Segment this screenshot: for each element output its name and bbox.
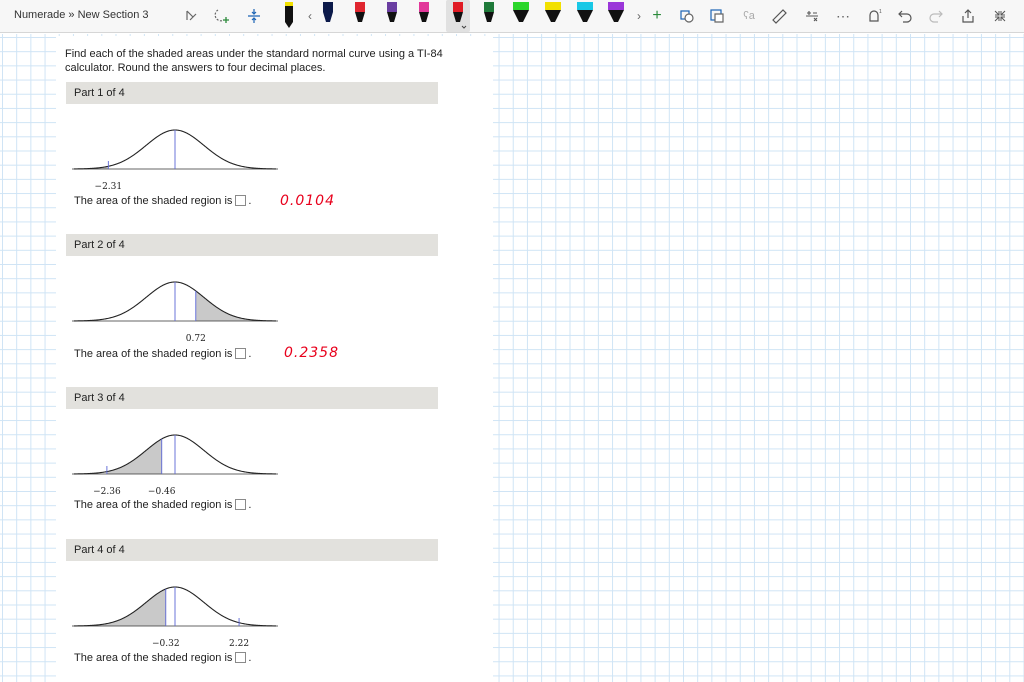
part-1-header: Part 1 of 4 <box>66 82 438 104</box>
ink-to-shape-icon[interactable] <box>675 4 699 28</box>
z-tick-label: 2.22 <box>229 639 249 649</box>
ribbon-toolbar: Numerade » New Section 3 ‹ › + ʕa ⋯ 1 <box>0 0 1024 33</box>
pen-navy-icon[interactable] <box>318 0 338 32</box>
ruler-icon[interactable] <box>767 4 791 28</box>
z-tick-label: 0.72 <box>186 334 206 344</box>
normal-curve-part-4: −0.32 2.22 <box>72 586 278 649</box>
part-1-answer-text: The area of the shaded region is <box>74 195 233 207</box>
normal-curve-part-2: 0.72 <box>72 281 278 344</box>
part-1-answer-box[interactable] <box>235 195 247 206</box>
part-2-header: Part 2 of 4 <box>66 234 438 256</box>
part-4-answer-text: The area of the shaded region is <box>74 652 233 664</box>
ink-to-math-icon[interactable]: ʕa <box>737 4 761 28</box>
pen-yellow-icon[interactable] <box>542 0 562 32</box>
part-1-handwritten-answer: 0.0104 <box>280 193 335 209</box>
part-4-answer-line: The area of the shaded region is. <box>74 652 252 664</box>
svg-text:1: 1 <box>879 9 882 15</box>
part-3-answer-line: The area of the shaded region is. <box>74 499 252 511</box>
math-icon[interactable] <box>800 4 824 28</box>
part-2-handwritten-answer: 0.2358 <box>284 345 339 361</box>
pen-green-icon[interactable] <box>479 0 499 32</box>
normal-curve-part-3: −2.36 −0.46 <box>72 434 278 497</box>
part-4-answer-box[interactable] <box>235 652 247 663</box>
more-icon[interactable]: ⋯ <box>831 4 855 28</box>
part-3-answer-box[interactable] <box>235 499 247 510</box>
part-2-answer-box[interactable] <box>235 348 247 359</box>
add-pen-icon[interactable]: + <box>645 4 669 28</box>
part-3-answer-text: The area of the shaded region is <box>74 499 233 511</box>
part-4-header: Part 4 of 4 <box>66 539 438 561</box>
replay-icon[interactable]: 1 <box>862 4 886 28</box>
part-3-header: Part 3 of 4 <box>66 387 438 409</box>
z-tick-label: −2.31 <box>95 182 123 192</box>
part-2-answer-line: The area of the shaded region is. <box>74 348 252 360</box>
pen-pink-icon[interactable] <box>414 0 434 32</box>
share-icon[interactable] <box>956 4 980 28</box>
z-tick-label: −2.36 <box>93 487 121 497</box>
z-tick-label: −0.32 <box>152 639 180 649</box>
pen-red-icon[interactable] <box>350 0 370 32</box>
z-tick-label: −0.46 <box>148 487 176 497</box>
pen-red-selected-icon[interactable] <box>446 0 470 32</box>
redo-icon[interactable] <box>924 4 948 28</box>
normal-curve-part-1: −2.31 <box>72 129 278 192</box>
lasso-select-icon[interactable] <box>180 4 204 28</box>
pen-purple-icon[interactable] <box>382 0 402 32</box>
add-space-icon[interactable] <box>211 4 235 28</box>
part-2-answer-text: The area of the shaded region is <box>74 348 233 360</box>
pen-purple2-icon[interactable] <box>605 0 625 32</box>
pen-lightgreen-icon[interactable] <box>510 0 530 32</box>
undo-icon[interactable] <box>893 4 917 28</box>
collapse-icon[interactable] <box>988 4 1012 28</box>
insert-space-icon[interactable] <box>242 4 266 28</box>
ink-to-text-icon[interactable] <box>705 4 729 28</box>
pen-cyan-icon[interactable] <box>574 0 594 32</box>
shaded-region <box>74 588 166 626</box>
pen-black-icon[interactable] <box>279 0 299 32</box>
problem-instructions: Find each of the shaded areas under the … <box>65 48 443 74</box>
breadcrumb[interactable]: Numerade » New Section 3 <box>14 9 149 21</box>
part-1-answer-line: The area of the shaded region is. <box>74 195 252 207</box>
